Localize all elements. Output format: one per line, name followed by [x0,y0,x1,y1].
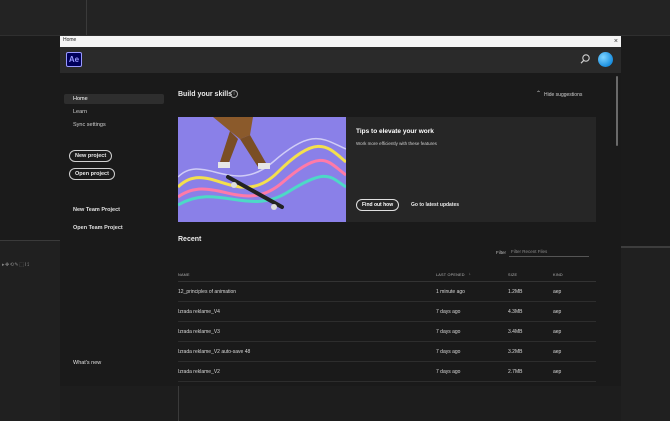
open-team-project-link[interactable]: Open Team Project [73,225,123,231]
table-row[interactable]: 12_principles of animation 1 minute ago … [178,282,596,302]
filter-label: Filter [496,250,506,255]
file-kind: aep [553,329,562,335]
file-last-opened: 7 days ago [436,349,461,355]
right-lower-panel [621,246,670,421]
file-name: Izrada reklame_V2 auto-save 48 [178,349,251,355]
file-size: 3.2MB [508,349,523,355]
close-icon[interactable]: × [614,36,618,47]
column-header-name[interactable]: NAME [178,273,190,277]
info-icon[interactable]: i [230,90,238,98]
file-kind: aep [553,289,562,295]
avatar[interactable] [598,52,613,67]
home-sidebar: Home Learn Sync settings New project Ope… [60,73,168,386]
sort-down-icon[interactable]: ↓ [469,272,471,276]
file-name: Izrada reklame_V2 [178,369,220,375]
chevron-up-icon[interactable]: ⌃ [536,90,541,97]
after-effects-logo: Ae [66,52,82,67]
recent-title: Recent [178,236,202,243]
file-name: 12_principles of animation [178,289,237,295]
file-kind: aep [553,369,562,375]
column-header-last-opened[interactable]: LAST OPENED [436,273,465,277]
sidebar-item-learn[interactable]: Learn [64,107,164,117]
table-row[interactable]: Izrada reklame_V2 auto-save 48 7 days ag… [178,342,596,362]
filter-input[interactable]: Filter Recent Files [509,247,589,257]
open-project-button[interactable]: Open project [69,168,115,180]
sidebar-item-sync-settings[interactable]: Sync settings [64,120,164,130]
timeline-tools[interactable]: ▸✥⟲✎⬚⌇⟟ [2,262,30,268]
section-title-build-skills: Build your skills [178,91,233,98]
home-main: Build your skills i ⌃ Hide suggestions T… [168,73,613,386]
table-row[interactable]: Izrada reklame_V4 7 days ago 4.3MB aep [178,302,596,322]
new-team-project-link[interactable]: New Team Project [73,207,120,213]
skateboarder-illustration [178,117,346,222]
file-last-opened: 7 days ago [436,309,461,315]
scrollbar-thumb[interactable] [616,76,618,146]
table-row[interactable]: Izrada reklame_V3 7 days ago 3.4MB aep [178,322,596,342]
file-last-opened: 1 minute ago [436,289,465,295]
table-row[interactable]: Izrada reklame_V2 7 days ago 2.7MB aep [178,362,596,382]
file-size: 4.3MB [508,309,523,315]
home-dialog: Home × Ae Home Learn Sync settings New p… [60,36,621,386]
file-last-opened: 7 days ago [436,369,461,375]
column-header-kind[interactable]: KIND [553,273,563,277]
file-name: Izrada reklame_V4 [178,309,220,315]
tips-card: Tips to elevate your work Work more effi… [178,117,596,222]
file-kind: aep [553,309,562,315]
tips-subtitle: Work more efficiently with these feature… [356,141,437,146]
file-kind: aep [553,349,562,355]
hide-suggestions-button[interactable]: Hide suggestions [544,92,582,98]
hero-art [178,117,346,222]
file-name: Izrada reklame_V3 [178,329,220,335]
file-size: 3.4MB [508,329,523,335]
window-titlebar: Home × [60,36,621,47]
whats-new-link[interactable]: What's new [73,360,101,366]
timeline-area [60,386,621,421]
sidebar-item-home[interactable]: Home [64,94,164,104]
latest-updates-link[interactable]: Go to latest updates [411,202,459,208]
new-project-button[interactable]: New project [69,150,113,162]
workspace-toolbar [0,0,670,36]
file-last-opened: 7 days ago [436,329,461,335]
file-size: 1.2MB [508,289,523,295]
window-title: Home [63,37,77,43]
find-out-how-button[interactable]: Find out how [356,199,400,211]
timeline-divider [178,386,179,421]
app-header: Ae [60,47,621,73]
search-icon[interactable] [579,53,591,65]
file-size: 2.7MB [508,369,523,375]
toolbar-divider [86,0,87,36]
column-header-size[interactable]: SIZE [508,273,517,277]
tips-title: Tips to elevate your work [356,128,434,135]
